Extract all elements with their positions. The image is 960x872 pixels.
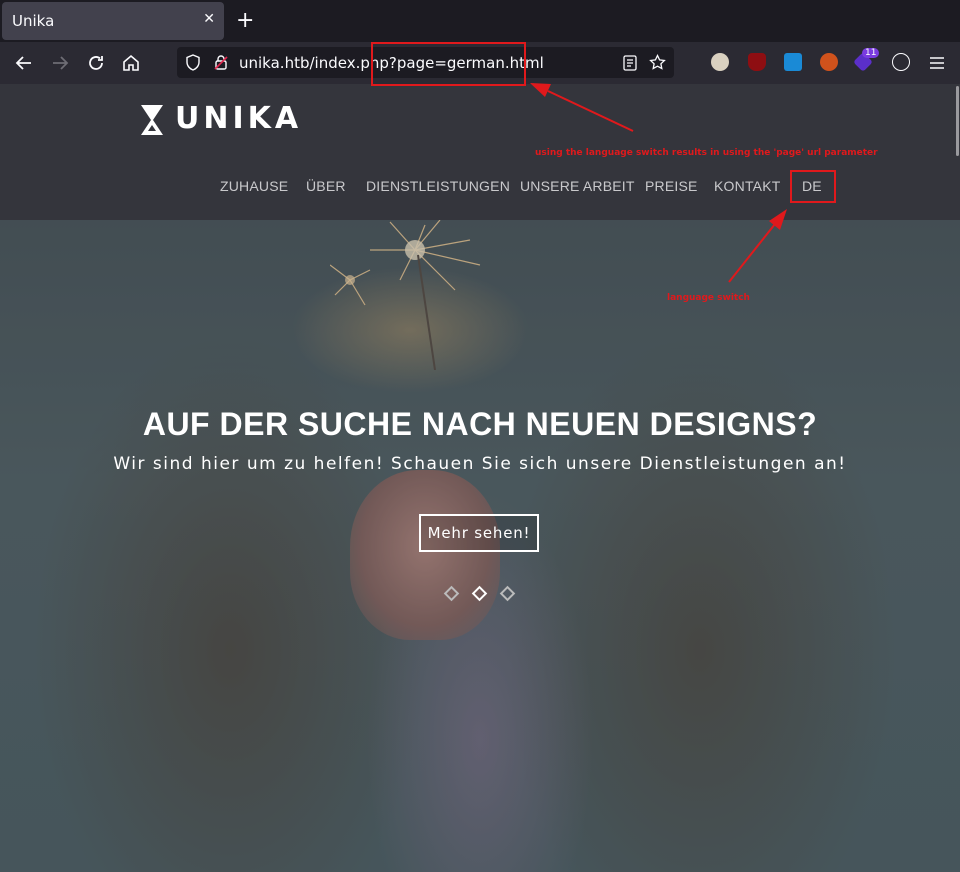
menu-item-kontakt[interactable]: KONTAKT xyxy=(714,178,780,194)
ublock-icon[interactable] xyxy=(748,53,766,71)
hourglass-logo-icon xyxy=(141,105,163,135)
url-annotation-note: using the language switch results in usi… xyxy=(535,148,878,158)
reader-view-icon[interactable] xyxy=(623,55,637,71)
tab-close-icon[interactable]: ✕ xyxy=(203,11,215,27)
home-icon[interactable] xyxy=(120,52,142,74)
hero-slider: AUF DER SUCHE NACH NEUEN DESIGNS? Wir si… xyxy=(0,220,960,872)
new-tab-button[interactable]: + xyxy=(236,6,254,36)
menu-item-dienstleistungen[interactable]: DIENSTLEISTUNGEN xyxy=(366,178,510,194)
menu-item-ueber[interactable]: ÜBER xyxy=(306,178,346,194)
switch-annotation-note: language switch xyxy=(667,293,750,303)
menu-item-unsere-arbeit[interactable]: UNSERE ARBEIT xyxy=(520,178,635,194)
url-host: unika.htb/index.php xyxy=(239,54,389,72)
page-scrollbar[interactable] xyxy=(955,84,960,872)
reload-icon[interactable] xyxy=(85,52,107,74)
forward-arrow-icon[interactable] xyxy=(49,52,71,74)
url-parameter-highlight xyxy=(371,42,526,86)
scroll-thumb[interactable] xyxy=(956,86,959,156)
browser-tab-strip: Unika ✕ + xyxy=(0,0,960,42)
more-button[interactable]: Mehr sehen! xyxy=(419,514,539,552)
extension-badge: 11 xyxy=(862,48,880,58)
cookie-icon[interactable] xyxy=(892,53,910,71)
extension-icon[interactable] xyxy=(711,53,729,71)
back-arrow-icon[interactable] xyxy=(13,52,35,74)
language-switch-highlight xyxy=(790,170,836,203)
menu-item-preise[interactable]: PREISE xyxy=(645,178,698,194)
insecure-lock-icon[interactable] xyxy=(213,54,229,71)
extension-fox-icon[interactable] xyxy=(820,53,838,71)
hero-title: AUF DER SUCHE NACH NEUEN DESIGNS? xyxy=(142,406,818,442)
menu-item-zuhause[interactable]: ZUHAUSE xyxy=(220,178,288,194)
shield-icon[interactable] xyxy=(185,54,201,71)
browser-tab[interactable]: Unika ✕ xyxy=(2,2,224,40)
extension-s-icon[interactable] xyxy=(784,53,802,71)
hamburger-menu-icon[interactable] xyxy=(926,52,948,74)
logo-text: UNIKA xyxy=(175,101,303,136)
bookmark-star-icon[interactable] xyxy=(649,54,666,71)
hero-subtitle: Wir sind hier um zu helfen! Schauen Sie … xyxy=(113,454,847,474)
tab-title: Unika xyxy=(12,12,55,30)
